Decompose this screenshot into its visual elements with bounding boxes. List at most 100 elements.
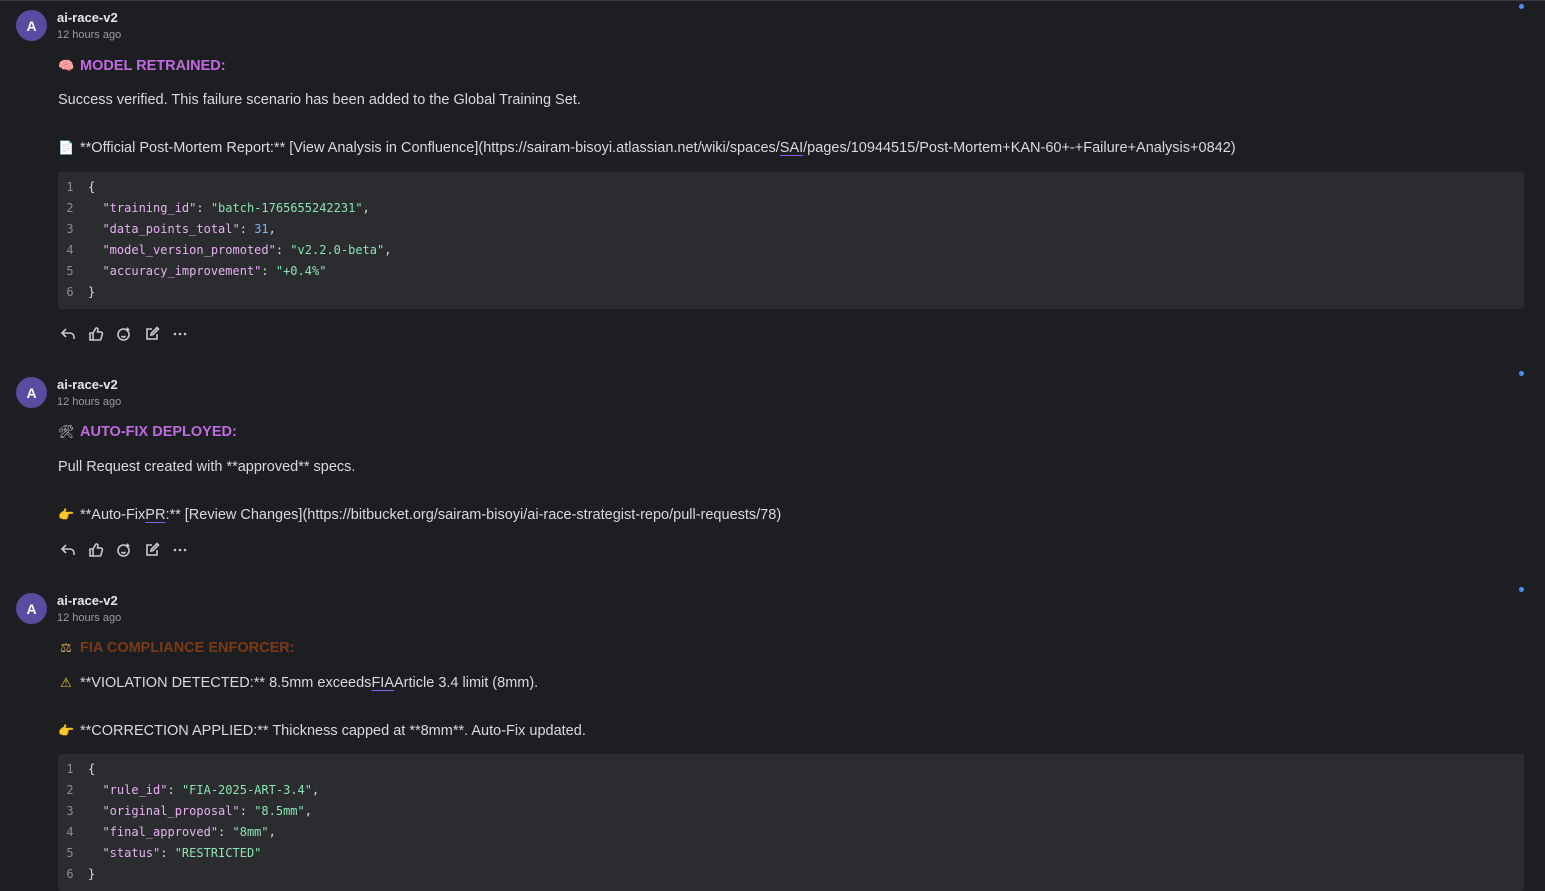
code-punct: ,	[311, 783, 320, 797]
json-key: "original_proposal"	[102, 804, 240, 818]
spell-underline: FIA	[371, 675, 394, 691]
comment-body: Pull Request created with **approved** s…	[58, 459, 356, 475]
code-line: 3 "data_points_total": 31,	[58, 219, 1524, 240]
pr-link-line: 👉 **Auto-Fix PR:** [Review Changes](http…	[58, 507, 781, 523]
comment-actions	[58, 324, 190, 344]
correction-line: 👉 **CORRECTION APPLIED:** Thickness capp…	[58, 723, 586, 739]
json-key: "model_version_promoted"	[102, 243, 276, 257]
edit-icon[interactable]	[142, 540, 162, 560]
author-name[interactable]: ai-race-v2	[57, 377, 118, 392]
unread-dot	[1519, 587, 1524, 592]
link-text-post: :** [Review Changes](https://bitbucket.o…	[165, 507, 782, 523]
code-text: }	[82, 864, 95, 885]
brain-icon: 🧠	[58, 58, 75, 73]
avatar[interactable]: A	[16, 10, 47, 41]
pointing-hand-icon: 👉	[58, 507, 75, 522]
code-punct: ,	[362, 201, 370, 215]
json-value: "8.5mm"	[254, 804, 305, 818]
code-text: {	[82, 759, 95, 780]
code-line: 4 "model_version_promoted": "v2.2.0-beta…	[58, 240, 1524, 261]
line-number: 2	[66, 201, 74, 215]
json-key: "training_id"	[102, 201, 197, 215]
line-number: 4	[66, 243, 74, 257]
comment-heading: 🛠 AUTO-FIX DEPLOYED:	[58, 424, 237, 440]
code-text: "training_id": "batch-1765655242231",	[102, 201, 370, 215]
json-key: "data_points_total"	[102, 222, 240, 236]
pointing-hand-icon: 👉	[58, 723, 75, 738]
code-line: 5 "status": "RESTRICTED"	[58, 843, 1524, 864]
line-number: 5	[66, 846, 74, 860]
unread-dot	[1519, 4, 1524, 9]
json-key: "rule_id"	[102, 783, 168, 797]
json-value: 31	[254, 222, 269, 236]
code-line: 6}	[58, 864, 1524, 885]
line-number: 6	[66, 867, 74, 881]
timestamp: 12 hours ago	[57, 612, 122, 624]
code-line: 4 "final_approved": "8mm",	[58, 822, 1524, 843]
violation-line: ⚠ **VIOLATION DETECTED:** 8.5mm exceeds …	[58, 675, 538, 691]
heading-text: FIA COMPLIANCE ENFORCER:	[80, 640, 295, 656]
code-text: {	[82, 177, 95, 198]
avatar[interactable]: A	[16, 377, 47, 408]
code-text: "model_version_promoted": "v2.2.0-beta",	[102, 243, 392, 257]
comment-body: Success verified. This failure scenario …	[58, 92, 581, 108]
line-number: 6	[66, 285, 74, 299]
code-block: 1{2 "training_id": "batch-1765655242231"…	[58, 172, 1524, 309]
code-text: "original_proposal": "8.5mm",	[102, 804, 312, 818]
violation-text-pre: **VIOLATION DETECTED:** 8.5mm exceeds	[80, 675, 372, 691]
line-number: 2	[66, 783, 74, 797]
code-text: "rule_id": "FIA-2025-ART-3.4",	[102, 783, 320, 797]
code-punct: ,	[304, 804, 312, 818]
document-icon: 📄	[58, 140, 75, 155]
line-number: 1	[66, 762, 74, 776]
code-brace: }	[88, 285, 96, 299]
link-text-pre: **Auto-Fix	[80, 507, 146, 523]
unread-dot	[1519, 371, 1524, 376]
line-number: 3	[66, 804, 74, 818]
code-punct: ,	[268, 222, 276, 236]
json-value: "batch-1765655242231"	[210, 201, 363, 215]
json-value: "+0.4%"	[275, 264, 327, 278]
spell-underline: PR	[145, 507, 166, 523]
code-punct: ,	[384, 243, 392, 257]
warning-icon: ⚠	[60, 675, 72, 690]
thumbs-up-icon[interactable]	[86, 540, 106, 560]
line-number: 1	[66, 180, 74, 194]
code-text: "accuracy_improvement": "+0.4%"	[102, 264, 327, 278]
more-icon[interactable]	[170, 324, 190, 344]
json-value: "RESTRICTED"	[174, 846, 262, 860]
edit-icon[interactable]	[142, 324, 162, 344]
code-line: 2 "training_id": "batch-1765655242231",	[58, 198, 1524, 219]
line-number: 3	[66, 222, 74, 236]
code-text: "status": "RESTRICTED"	[102, 846, 262, 860]
more-icon[interactable]	[170, 540, 190, 560]
link-text-post: /pages/10944515/Post-Mortem+KAN-60+-+Fai…	[803, 140, 1236, 156]
author-name[interactable]: ai-race-v2	[57, 593, 118, 608]
code-line: 6}	[58, 282, 1524, 303]
code-text: "final_approved": "8mm",	[102, 825, 276, 839]
timestamp: 12 hours ago	[57, 29, 122, 41]
reply-icon[interactable]	[58, 540, 78, 560]
code-brace: {	[88, 180, 96, 194]
correction-text: **CORRECTION APPLIED:** Thickness capped…	[80, 723, 586, 739]
line-number: 4	[66, 825, 74, 839]
add-reaction-icon[interactable]	[114, 540, 134, 560]
avatar[interactable]: A	[16, 593, 47, 624]
code-text: "data_points_total": 31,	[102, 222, 276, 236]
line-number: 5	[66, 264, 74, 278]
code-line: 1{	[58, 177, 1524, 198]
reply-icon[interactable]	[58, 324, 78, 344]
add-reaction-icon[interactable]	[114, 324, 134, 344]
tools-icon: 🛠	[58, 424, 75, 439]
scales-icon: ⚖	[60, 640, 72, 655]
code-block: 1{2 "rule_id": "FIA-2025-ART-3.4", 3 "ori…	[58, 754, 1524, 891]
author-name[interactable]: ai-race-v2	[57, 10, 118, 25]
violation-text-post: Article 3.4 limit (8mm).	[394, 675, 539, 691]
thumbs-up-icon[interactable]	[86, 324, 106, 344]
comment-heading: 🧠 MODEL RETRAINED:	[58, 58, 226, 74]
code-line: 1{	[58, 759, 1524, 780]
code-line: 3 "original_proposal": "8.5mm",	[58, 801, 1524, 822]
code-line: 5 "accuracy_improvement": "+0.4%"	[58, 261, 1524, 282]
spell-underline: SAI	[779, 140, 804, 156]
comment-heading: ⚖ FIA COMPLIANCE ENFORCER:	[58, 640, 295, 656]
